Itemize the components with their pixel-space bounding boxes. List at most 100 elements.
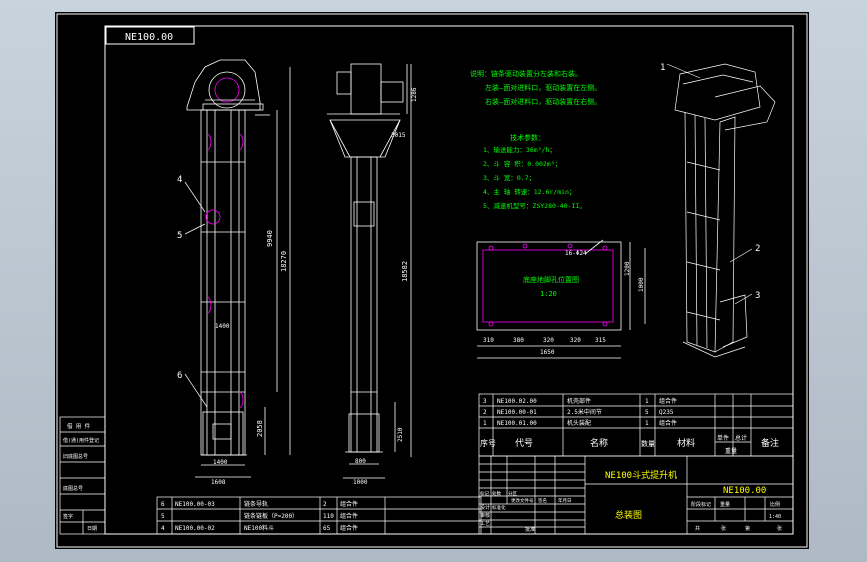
upper-row-2-name: 2.5米中间节 [567, 408, 602, 416]
upper-row-2-mat: Q235 [659, 409, 674, 416]
upper-row-2-qty: 5 [645, 409, 649, 416]
tb-sheet-1: 共 [695, 525, 700, 532]
tb-sheet-4: 张 [777, 525, 782, 532]
notes-right: 右装—面对进料口，驱动装置在右侧。 [485, 97, 601, 106]
tb-product: NE100斗式提升机 [605, 469, 677, 481]
plan-total: 1650 [540, 349, 555, 356]
tb-sheet-3: 第 [745, 525, 750, 532]
tb-sheet-2: 张 [721, 525, 726, 532]
callout-3: 3 [755, 291, 760, 301]
inner-frame [104, 25, 794, 535]
upper-row-1-code: NE100.02.00 [497, 398, 537, 405]
dim-front-inner: 1400 [215, 323, 230, 330]
dim-front-mid: 9940 [266, 230, 274, 247]
code-box-text: NE100.00 [125, 32, 173, 43]
stamp-row-4: 签字 [63, 513, 73, 520]
dim-side-total: 18582 [401, 261, 409, 282]
lower-row-3-qty: 65 [323, 525, 331, 532]
lower-row-1-name: 链条导轨 [244, 500, 268, 508]
cad-drawing: NE100.00 9940 18270 2058 1400 1400 1608 … [56, 13, 808, 548]
dim-front-total: 18270 [280, 251, 288, 272]
tb-label-5: 签名 [538, 497, 547, 504]
tb-label-1: 标记 [480, 490, 489, 497]
tb-role-review: 审核 [480, 512, 490, 519]
stamp-row-2: 旧底图总号 [63, 453, 88, 460]
tb-drawing-no: NE100.00 [723, 486, 766, 496]
hdr-qty: 数量 [641, 439, 655, 448]
tb-label-3: 分区 [508, 490, 517, 497]
lower-row-2-no: 5 [161, 513, 165, 520]
plan-dim-2: 380 [513, 337, 524, 344]
upper-row-3-qty: 1 [645, 420, 649, 427]
callout-1: 1 [660, 63, 665, 73]
lower-row-2-mat: 组合件 [340, 512, 358, 520]
tb-label-4: 更改文件号 [511, 497, 534, 504]
upper-row-2-no: 2 [483, 409, 487, 416]
plan-holes: 16-Φ24 [565, 250, 587, 257]
lower-row-2-name: 链条链板（P=200） [244, 512, 298, 520]
isometric-view [674, 63, 776, 358]
upper-row-3-code: NE100.01.00 [497, 420, 537, 427]
dim-side-outer: 1000 [353, 479, 368, 486]
dim-side-bottom: 2510 [397, 427, 404, 442]
hdr-no: 序号 [480, 438, 496, 448]
callout-6: 6 [177, 371, 182, 381]
side-view [327, 63, 412, 479]
upper-row-1-mat: 组合件 [659, 397, 677, 405]
lower-row-3-name: NE100料斗 [244, 524, 274, 532]
callout-2: 2 [755, 244, 760, 254]
drawing-sheet: NE100.00 9940 18270 2058 1400 1400 1608 … [55, 12, 809, 549]
hdr-total: 总计 [735, 434, 747, 442]
upper-row-3-name: 机头装配 [567, 419, 591, 427]
stamp-row-1: 借(通)用件登记 [63, 437, 99, 444]
stamp-row-5: 日期 [87, 526, 97, 532]
upper-row-3-mat: 组合件 [659, 419, 677, 427]
tb-label-6: 年月日 [558, 497, 572, 504]
tb-kind: 总装图 [615, 509, 642, 521]
plan-caption: 底座地脚孔位置图 [523, 275, 579, 284]
plan-side-1: 1200 [624, 261, 631, 276]
tb-stage: 阶段标记 [691, 501, 711, 508]
lower-row-2-qty: 110 [323, 513, 334, 520]
hdr-weight: 重量 [725, 447, 737, 455]
lower-row-1-mat: 组合件 [340, 500, 358, 508]
tb-role-std: 标准化 [492, 504, 506, 511]
hdr-remark: 备注 [761, 437, 779, 449]
plan-view [476, 239, 646, 359]
dim-side-top: 1286 [411, 87, 418, 102]
lower-row-3-mat: 组合件 [340, 524, 358, 532]
tb-role-approve: 批准 [525, 526, 535, 533]
hdr-unit: 单件 [717, 434, 729, 442]
plan-dim-1: 310 [483, 337, 494, 344]
hdr-code: 代号 [515, 438, 533, 449]
dim-side-head: 3015 [391, 132, 406, 139]
callout-4: 4 [177, 175, 182, 185]
dim-front-outer-w: 1608 [211, 479, 226, 486]
tb-scale: 1:40 [769, 514, 781, 520]
dim-front-inner-w: 1400 [213, 459, 228, 466]
tech-item-3: 3、斗 宽：0.7； [483, 173, 535, 182]
notes-left: 左装—面对进料口，驱动装置在左侧。 [485, 83, 601, 92]
tech-item-4: 4、主 轴 转速：12.6r/min； [483, 187, 575, 196]
tb-label-2: 处数 [492, 490, 501, 497]
tech-item-2: 2、斗 容 积：0.002m³； [483, 159, 561, 168]
lower-row-1-no: 6 [161, 501, 165, 508]
hdr-mat: 材料 [677, 437, 695, 449]
notes-title: 说明：链条驱动装置分左装和右装。 [470, 69, 582, 78]
tech-title: 技术参数： [510, 133, 545, 142]
lower-row-3-code: NE100.00-02 [175, 525, 215, 532]
plan-side-2: 1000 [638, 277, 645, 292]
tb-weight: 重量 [720, 501, 730, 508]
upper-row-1-name: 机壳部件 [567, 397, 591, 405]
tech-item-1: 1、输送能力：36m³/h； [483, 145, 556, 154]
tb-role-design: 设计 [480, 504, 490, 511]
lower-row-3-no: 4 [161, 525, 165, 532]
tb-ratio: 比例 [770, 501, 780, 508]
upper-row-2-code: NE100.00-01 [497, 409, 537, 416]
tech-item-5: 5、减速机型号：ZSY280-40-II。 [483, 201, 586, 210]
stamp-row-3: 底图总号 [63, 485, 83, 492]
upper-row-1-no: 3 [483, 398, 487, 405]
lower-row-1-qty: 2 [323, 501, 327, 508]
plan-dim-3: 320 [543, 337, 554, 344]
plan-dim-5: 315 [595, 337, 606, 344]
